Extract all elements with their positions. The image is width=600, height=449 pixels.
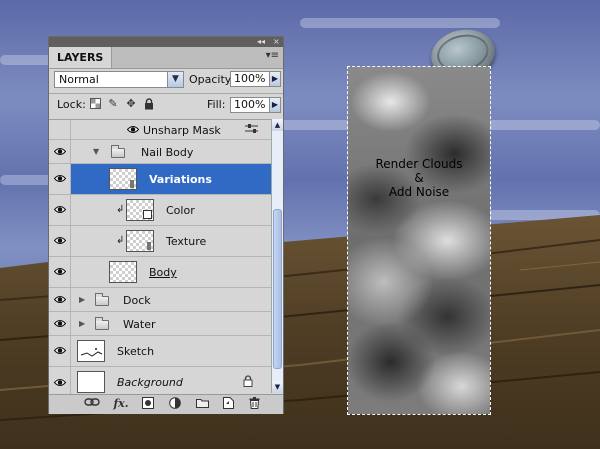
panel-bottom-toolbar: fx. — [49, 394, 283, 414]
layer-row-sketch[interactable]: Sketch — [49, 336, 271, 367]
folder-icon — [111, 145, 125, 158]
render-clouds-selection — [347, 66, 491, 415]
annotation-line: Render Clouds — [375, 157, 463, 171]
lock-label: Lock: — [57, 98, 86, 111]
lock-row: Lock: ✎ ✥ Fill: 100% ▶ — [49, 93, 283, 116]
collapse-triangle-icon[interactable]: ▶ — [79, 319, 85, 328]
layer-row-water[interactable]: ▶ Water — [49, 312, 271, 336]
move-lock-icon[interactable]: ✥ — [125, 98, 137, 110]
padlock-icon — [243, 375, 253, 390]
visibility-toggle[interactable] — [49, 164, 71, 194]
eye-icon — [54, 378, 66, 386]
eye-icon — [54, 175, 66, 182]
folder-icon — [95, 317, 109, 330]
layer-name: Dock — [123, 294, 151, 307]
eye-icon — [54, 319, 66, 327]
visibility-toggle[interactable] — [49, 367, 71, 394]
expand-triangle-icon[interactable]: ▼ — [93, 147, 99, 156]
link-icon[interactable] — [83, 397, 101, 411]
visibility-toggle[interactable] — [49, 257, 71, 287]
collapse-icon[interactable]: ◂◂ — [257, 37, 265, 47]
eye-icon — [54, 268, 66, 275]
layers-panel: ◂◂ × LAYERS ▾≡ Normal ▼ Opacity: 100% ▶ … — [48, 36, 284, 414]
layer-thumbnail — [109, 261, 137, 283]
layer-row-color[interactable]: ↲ Color — [49, 195, 271, 226]
layer-name: Background — [117, 376, 183, 389]
scroll-up-button[interactable]: ▲ — [272, 119, 283, 131]
layer-row-body[interactable]: Body — [49, 257, 271, 288]
layer-name: Body — [149, 266, 177, 279]
folder-icon[interactable] — [195, 397, 209, 411]
mask-icon[interactable] — [141, 397, 155, 411]
trash-icon[interactable] — [247, 397, 261, 411]
blend-mode-value: Normal — [59, 73, 99, 86]
layer-thumbnail — [77, 371, 105, 393]
panel-menu-icon[interactable]: ▾≡ — [266, 50, 279, 61]
folder-icon — [95, 293, 109, 306]
fill-slider-button[interactable]: ▶ — [269, 97, 281, 113]
layer-name: Texture — [166, 235, 207, 248]
fill-input[interactable]: 100% — [230, 97, 270, 113]
layer-thumbnail — [77, 340, 105, 362]
panel-titlebar[interactable]: ◂◂ × — [49, 37, 283, 47]
tab-layers[interactable]: LAYERS — [49, 47, 113, 68]
scroll-thumb[interactable] — [273, 209, 282, 369]
annotation-line: Add Noise — [388, 185, 450, 199]
eye-icon — [54, 295, 66, 303]
visibility-toggle[interactable] — [49, 336, 71, 366]
layer-row-unsharp-mask[interactable]: Unsharp Mask — [49, 120, 271, 140]
eye-icon — [54, 206, 66, 213]
layer-name: Sketch — [117, 345, 155, 358]
layer-thumbnail — [109, 168, 137, 190]
layer-row-dock[interactable]: ▶ Dock — [49, 288, 271, 312]
visibility-toggle[interactable] — [49, 312, 71, 335]
brush-lock-icon[interactable]: ✎ — [107, 98, 119, 110]
opacity-input[interactable]: 100% — [230, 71, 270, 87]
checker-lock-icon[interactable] — [89, 98, 101, 110]
layer-row-background[interactable]: Background — [49, 367, 271, 394]
layer-name: Nail Body — [141, 146, 194, 159]
blend-mode-select[interactable]: Normal ▼ — [54, 71, 184, 88]
padlock-icon[interactable] — [143, 98, 155, 110]
layer-list: Unsharp Mask ▼ Nail Body Variations ↲ Co… — [49, 119, 271, 394]
filter-options-icon[interactable] — [245, 124, 258, 137]
layer-thumbnail — [126, 199, 154, 221]
visibility-toggle[interactable] — [49, 140, 71, 163]
visibility-toggle[interactable] — [49, 226, 71, 256]
eye-icon — [54, 347, 66, 354]
layer-name: Color — [166, 204, 195, 217]
adjustment-icon[interactable] — [167, 397, 183, 411]
visibility-toggle[interactable] — [49, 120, 71, 139]
layer-row-variations[interactable]: Variations — [49, 164, 271, 195]
layer-list-scrollbar[interactable]: ▲ ▼ — [271, 119, 283, 393]
canvas-annotation: Render Clouds & Add Noise — [348, 157, 490, 199]
clipping-arrow-icon: ↲ — [116, 235, 125, 246]
collapse-triangle-icon[interactable]: ▶ — [79, 295, 85, 304]
layer-row-nail-body[interactable]: ▼ Nail Body — [49, 140, 271, 164]
layer-name: Water — [123, 318, 156, 331]
eye-icon[interactable] — [126, 124, 140, 137]
panel-tab-bar: LAYERS ▾≡ — [49, 47, 283, 69]
visibility-toggle[interactable] — [49, 195, 71, 225]
opacity-label: Opacity: — [189, 73, 235, 86]
eye-icon — [54, 147, 66, 155]
eye-icon — [54, 237, 66, 244]
scroll-down-button[interactable]: ▼ — [272, 381, 283, 393]
close-icon[interactable]: × — [273, 37, 280, 47]
clipping-arrow-icon: ↲ — [116, 204, 125, 215]
layer-name: Variations — [149, 173, 212, 186]
chevron-down-icon: ▼ — [167, 72, 183, 87]
fx-icon[interactable]: fx. — [111, 397, 131, 411]
opacity-slider-button[interactable]: ▶ — [269, 71, 281, 87]
visibility-toggle[interactable] — [49, 288, 71, 311]
layer-row-texture[interactable]: ↲ Texture — [49, 226, 271, 257]
annotation-line: & — [414, 171, 424, 185]
fill-label: Fill: — [207, 98, 226, 111]
new-layer-icon[interactable] — [221, 397, 235, 411]
layer-name: Unsharp Mask — [143, 124, 221, 137]
layer-thumbnail — [126, 230, 154, 252]
